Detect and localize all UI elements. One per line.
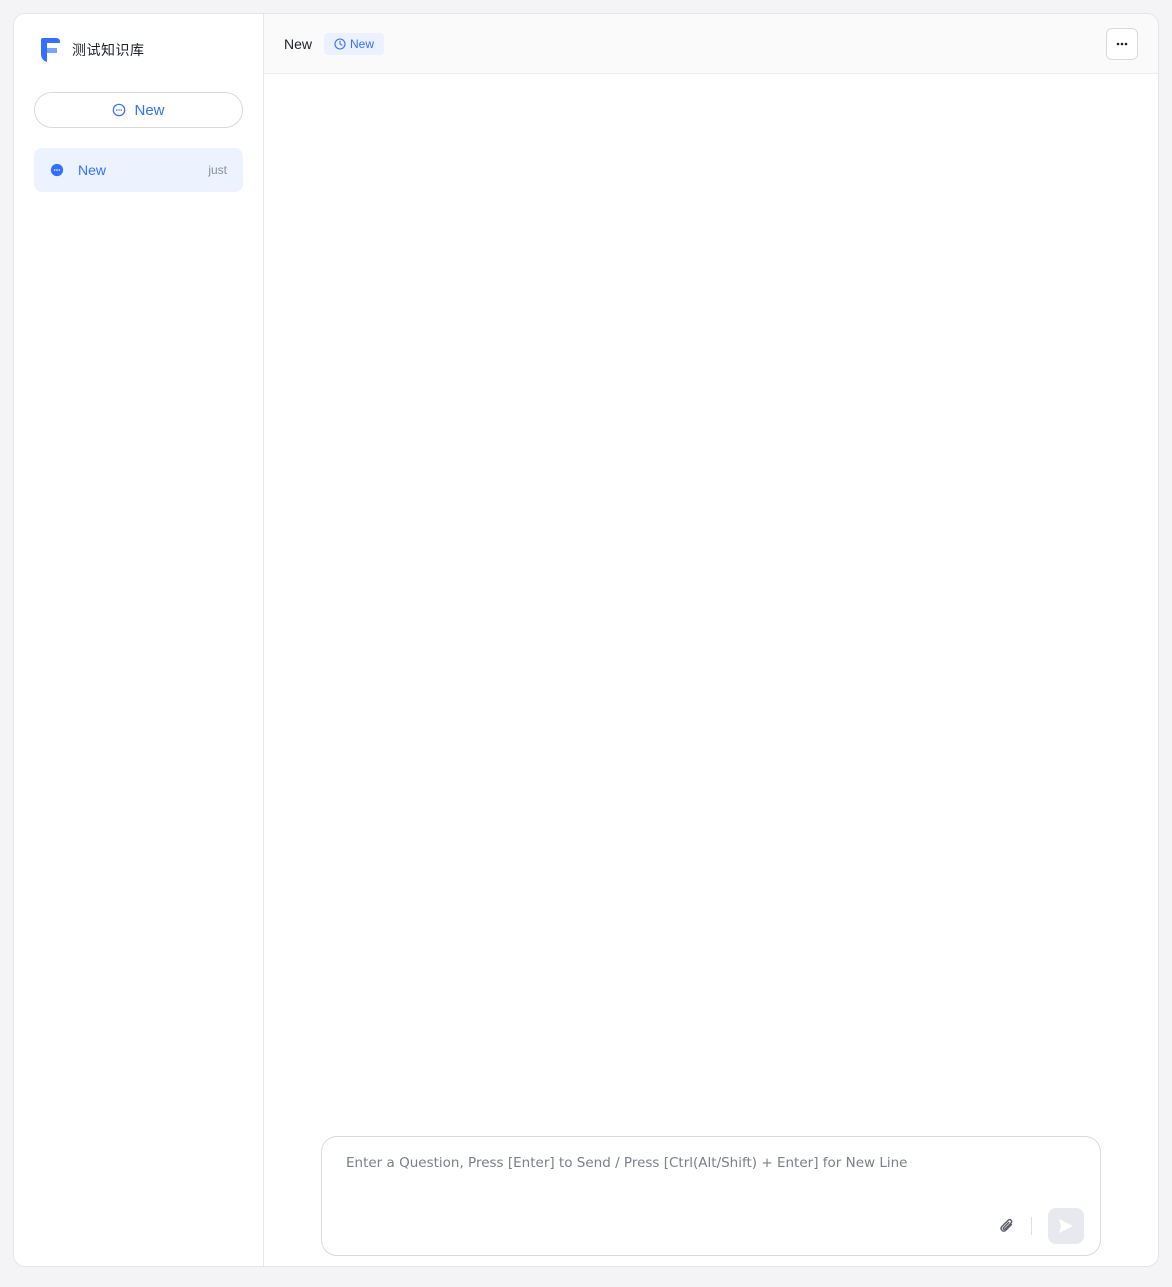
new-chat-label: New xyxy=(134,101,165,119)
history-item-title: New xyxy=(78,162,107,178)
chat-main: New New xyxy=(264,14,1158,1266)
app-logo-icon xyxy=(41,38,60,62)
new-chat-button[interactable]: New xyxy=(34,92,243,128)
app-window: 测试知识库 New New just New New Enter a Quest… xyxy=(13,13,1159,1267)
chat-bubble-filled-icon xyxy=(50,163,64,177)
chat-bubble-icon xyxy=(113,103,126,117)
composer-divider xyxy=(1031,1217,1032,1235)
question-input[interactable] xyxy=(346,1155,1076,1205)
clock-icon xyxy=(334,37,346,50)
attach-file-button[interactable] xyxy=(996,1215,1018,1237)
history-item[interactable]: New just xyxy=(34,148,243,192)
status-badge: New xyxy=(324,32,385,55)
send-button[interactable] xyxy=(1048,1208,1084,1244)
history-item-time: just xyxy=(208,163,227,177)
paperclip-icon xyxy=(1000,1218,1013,1232)
status-badge-label: New xyxy=(350,36,375,51)
more-options-button[interactable] xyxy=(1106,28,1138,60)
chat-title: New xyxy=(284,35,313,52)
sidebar: 测试知识库 New New just xyxy=(14,14,264,1266)
send-icon xyxy=(1059,1219,1073,1233)
app-name: 测试知识库 xyxy=(72,42,145,58)
chat-composer xyxy=(321,1136,1101,1256)
more-dots-icon xyxy=(1116,42,1128,46)
chat-header: New New xyxy=(264,14,1158,74)
brand: 测试知识库 xyxy=(38,36,145,64)
